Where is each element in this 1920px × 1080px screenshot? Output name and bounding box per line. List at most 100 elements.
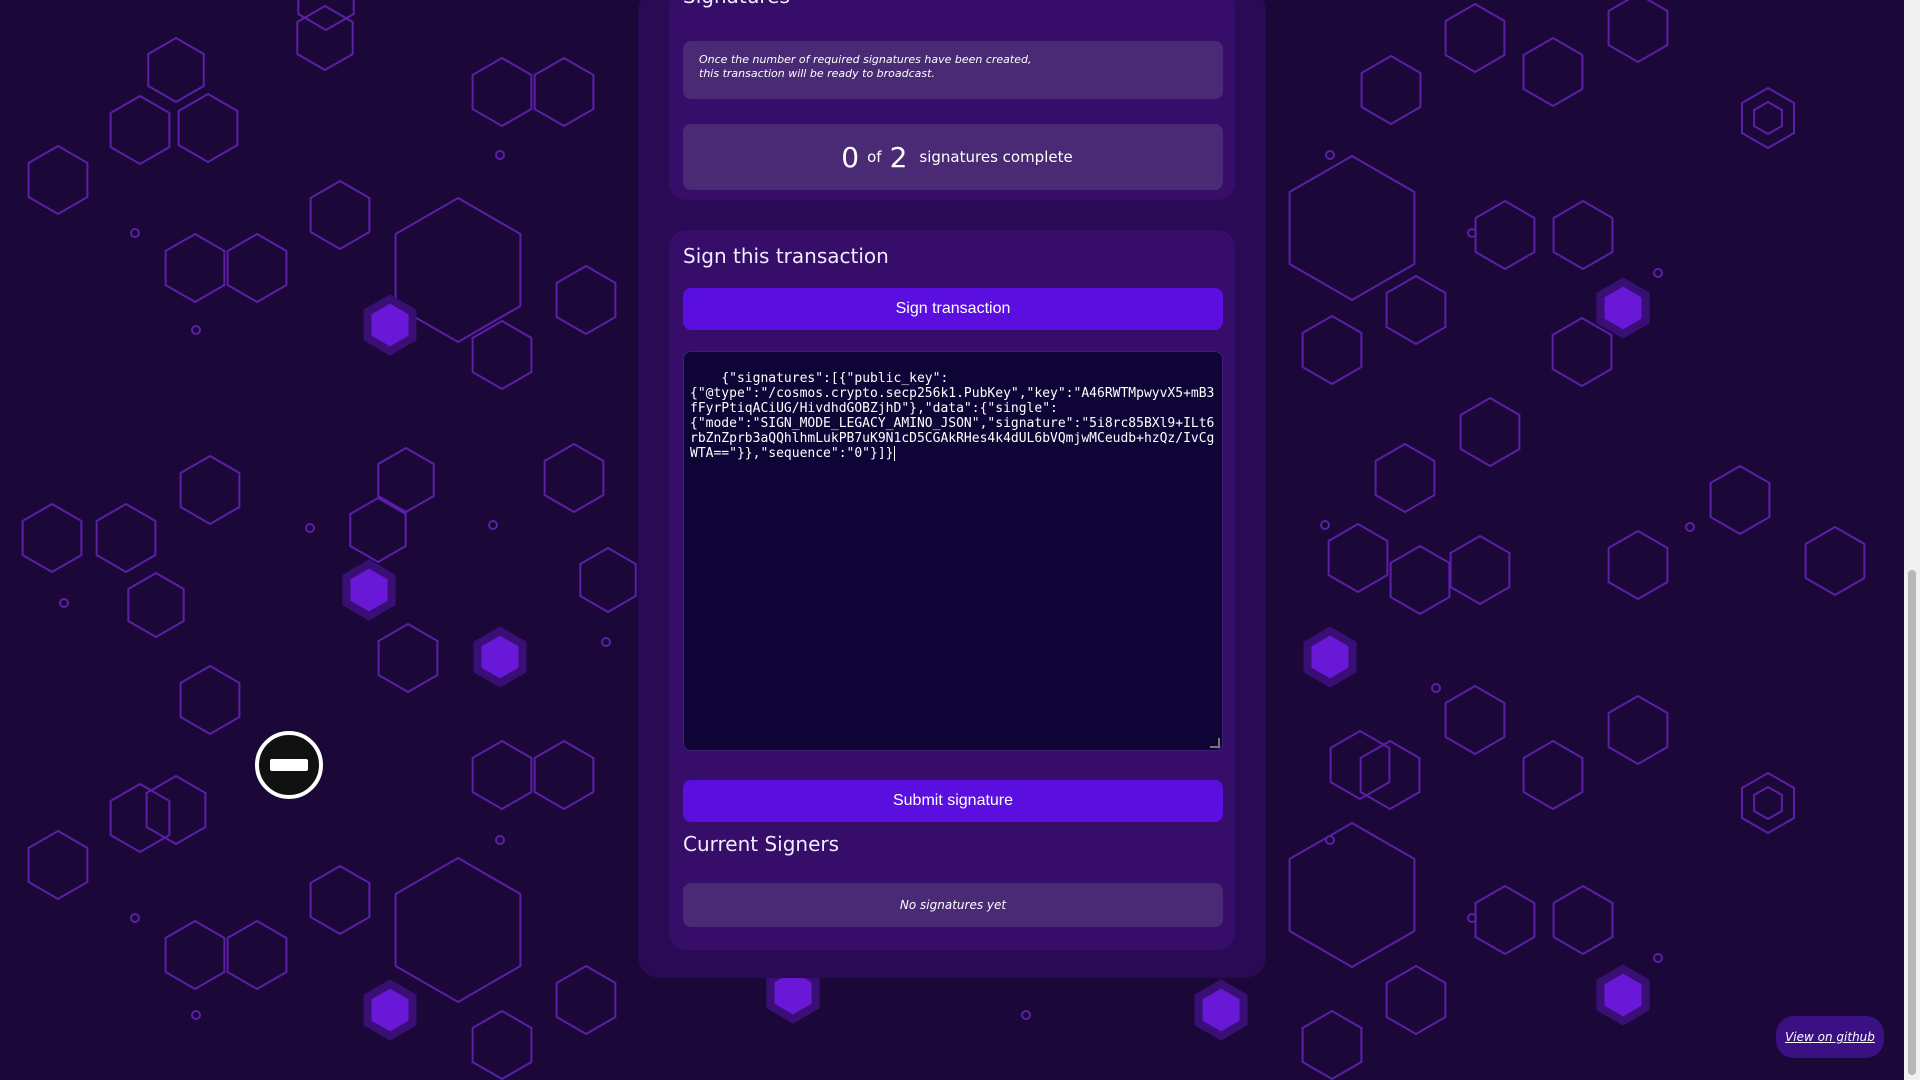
background-node <box>601 637 611 647</box>
background-hexagon <box>1522 739 1584 811</box>
background-hexagon <box>109 782 171 854</box>
background-node <box>495 835 505 845</box>
background-hexagon <box>1385 274 1447 346</box>
background-hexagon-filled <box>1596 277 1650 339</box>
no-signatures-message: No signatures yet <box>683 883 1223 927</box>
background-hexagon <box>1552 884 1614 956</box>
background-node <box>1320 520 1330 530</box>
transaction-panel: Signatures Once the number of required s… <box>638 0 1266 978</box>
background-hexagon <box>179 454 241 526</box>
sign-transaction-heading: Sign this transaction <box>683 244 889 268</box>
background-hexagon <box>471 56 533 128</box>
background-hexagon-filled <box>473 626 527 688</box>
background-node <box>191 325 201 335</box>
background-hexagon-filled <box>1194 979 1248 1041</box>
background-hexagon <box>555 964 617 1036</box>
background-hexagon <box>471 1009 533 1080</box>
background-node <box>1653 953 1663 963</box>
background-hexagon <box>1474 884 1536 956</box>
view-on-github-link[interactable]: View on github <box>1776 1016 1884 1058</box>
background-hexagon <box>1327 522 1389 594</box>
signature-json-textarea[interactable]: {"signatures":[{"public_key": {"@type":"… <box>683 351 1223 751</box>
background-hexagon <box>1522 36 1584 108</box>
background-hexagon <box>394 856 522 1004</box>
background-hexagon <box>27 144 89 216</box>
background-node <box>1685 522 1695 532</box>
background-hexagon <box>226 232 288 304</box>
background-hexagon <box>127 571 185 639</box>
background-hexagon <box>1301 1009 1363 1080</box>
page-scrollbar[interactable] <box>1904 0 1920 1080</box>
signatures-required-count: 2 <box>889 140 908 174</box>
signatures-info-text: Once the number of required signatures h… <box>699 53 1032 80</box>
background-hexagon <box>1301 314 1363 386</box>
background-node <box>59 598 69 608</box>
text-caret <box>893 446 895 461</box>
background-hexagon <box>1607 694 1669 766</box>
background-hexagon-filled <box>1303 626 1357 688</box>
background-hexagon <box>109 94 171 166</box>
background-hexagon <box>1444 684 1506 756</box>
textarea-resize-handle[interactable] <box>1210 738 1220 748</box>
background-hexagon <box>1449 534 1511 606</box>
background-node <box>488 520 498 530</box>
background-hexagon <box>533 56 595 128</box>
background-node <box>1325 835 1335 845</box>
count-of-label: of <box>867 148 882 166</box>
background-hexagon-filled <box>363 979 417 1041</box>
sign-transaction-button[interactable]: Sign transaction <box>683 288 1223 330</box>
background-hexagon <box>1607 529 1669 601</box>
background-hexagon <box>1374 442 1436 514</box>
background-hexagon <box>147 36 205 104</box>
background-hexagon <box>179 664 241 736</box>
background-hexagon <box>164 232 226 304</box>
background-hexagon-ring <box>1741 771 1795 835</box>
background-node <box>305 523 315 533</box>
background-hexagon <box>1709 464 1771 536</box>
submit-signature-button[interactable]: Submit signature <box>683 780 1223 822</box>
background-hexagon <box>95 502 157 574</box>
background-hexagon <box>1804 525 1866 597</box>
background-node <box>1653 268 1663 278</box>
signatures-completed-count: 0 <box>841 140 860 174</box>
background-hexagon <box>555 264 617 336</box>
background-node <box>1021 1010 1031 1020</box>
current-signers-heading: Current Signers <box>683 832 840 856</box>
signatures-info-box: Once the number of required signatures h… <box>683 41 1223 99</box>
background-hexagon-ring <box>1753 785 1783 821</box>
signatures-heading: Signatures <box>683 0 790 8</box>
background-hexagon <box>309 864 371 936</box>
background-node <box>495 150 505 160</box>
background-hexagon <box>309 179 371 251</box>
not-allowed-cursor-icon <box>255 731 323 799</box>
background-hexagon <box>1389 544 1451 616</box>
background-hexagon <box>296 4 354 72</box>
signature-count: 0 of 2 signatures complete <box>683 124 1223 190</box>
background-hexagon <box>1607 0 1669 64</box>
background-hexagon <box>27 829 89 901</box>
background-hexagon <box>471 739 533 811</box>
background-node <box>191 1010 201 1020</box>
background-hexagon <box>1552 199 1614 271</box>
background-hexagon <box>297 0 355 32</box>
background-hexagon <box>164 919 226 991</box>
background-hexagon <box>226 919 288 991</box>
background-hexagon <box>377 622 439 694</box>
background-hexagon <box>1551 316 1613 388</box>
background-hexagon <box>1288 154 1416 302</box>
background-hexagon-filled <box>363 294 417 356</box>
background-hexagon <box>1360 54 1422 126</box>
background-hexagon-ring <box>1741 86 1795 150</box>
background-node <box>1325 150 1335 160</box>
background-hexagon <box>1459 396 1521 468</box>
background-hexagon <box>471 319 533 391</box>
background-hexagon-ring <box>1753 100 1783 136</box>
background-hexagon <box>543 442 605 514</box>
scrollbar-thumb[interactable] <box>1908 570 1916 1075</box>
background-node <box>1431 683 1441 693</box>
background-hexagon <box>21 502 83 574</box>
background-hexagon <box>145 774 207 846</box>
background-hexagon <box>533 739 595 811</box>
background-node <box>130 228 140 238</box>
background-hexagon <box>1288 821 1416 969</box>
